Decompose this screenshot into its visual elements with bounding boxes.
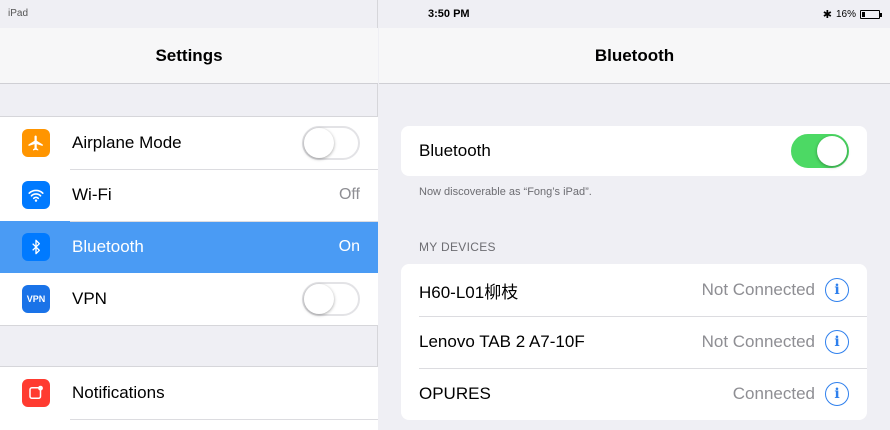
device-row[interactable]: H60-L01柳枝 Not Connected i (401, 264, 867, 316)
status-bar: iPad 3:50 PM ✱ 16% (0, 0, 890, 28)
status-right-group: ✱ 16% (822, 8, 882, 21)
toggle-knob (817, 136, 847, 166)
devices-list: H60-L01柳枝 Not Connected i Lenovo TAB 2 A… (401, 264, 867, 420)
bluetooth-toggle-card: Bluetooth (401, 126, 867, 176)
vpn-toggle[interactable] (302, 282, 360, 316)
sidebar-item-airplane-mode[interactable]: Airplane Mode (0, 117, 378, 169)
bluetooth-label: Bluetooth (419, 141, 491, 160)
device-row[interactable]: OPURES Connected i (401, 368, 867, 420)
settings-sidebar: Settings Airplane Mode Wi-Fi Off Bluetoo… (0, 0, 378, 430)
info-icon[interactable]: i (825, 278, 849, 302)
bluetooth-detail-pane: Bluetooth Bluetooth Now discoverable as … (379, 0, 890, 430)
bluetooth-toggle-row: Bluetooth (401, 126, 867, 176)
bluetooth-icon (22, 233, 50, 261)
device-status: Not Connected (701, 280, 815, 299)
page-title: Bluetooth (594, 46, 675, 65)
device-row[interactable]: Lenovo TAB 2 A7-10F Not Connected i (401, 316, 867, 368)
my-devices-header: MY DEVICES (419, 240, 496, 254)
device-name: H60-L01柳枝 (419, 282, 519, 302)
settings-header: Settings (0, 28, 378, 84)
sidebar-item-label: VPN (72, 289, 107, 308)
sidebar-item-notifications[interactable]: Notifications (0, 367, 378, 419)
battery-fill (862, 12, 865, 17)
vpn-icon-text: VPN (26, 294, 46, 304)
device-name-label: iPad (8, 8, 29, 19)
bluetooth-status-icon: ✱ (822, 9, 832, 21)
sidebar-item-partial[interactable] (0, 419, 378, 430)
device-status: Connected (732, 384, 815, 403)
sidebar-item-label: Notifications (72, 383, 165, 402)
airplane-icon (22, 129, 50, 157)
battery-percent: 16% (835, 9, 856, 20)
discoverable-text: Now discoverable as “Fong’s iPad”. (419, 186, 592, 198)
toggle-knob (304, 284, 334, 314)
sidebar-item-label: Bluetooth (72, 237, 144, 256)
settings-title: Settings (155, 46, 223, 65)
bluetooth-toggle[interactable] (791, 134, 849, 168)
toggle-knob (304, 128, 334, 158)
bluetooth-status-value: On (338, 238, 360, 255)
sidebar-item-label: Airplane Mode (72, 133, 182, 152)
wifi-icon (22, 181, 50, 209)
device-name: Lenovo TAB 2 A7-10F (419, 332, 585, 351)
wifi-status-value: Off (338, 186, 360, 203)
vpn-icon: VPN (22, 285, 50, 313)
device-name: OPURES (419, 384, 491, 403)
sidebar-item-wifi[interactable]: Wi-Fi Off (0, 169, 378, 221)
sidebar-item-label: Wi-Fi (72, 185, 112, 204)
info-icon[interactable]: i (825, 330, 849, 354)
status-time: 3:50 PM (428, 8, 470, 20)
device-status: Not Connected (701, 332, 815, 351)
bluetooth-header: Bluetooth (379, 28, 890, 84)
battery-icon (860, 10, 882, 19)
notifications-icon (22, 379, 50, 407)
sidebar-item-vpn[interactable]: VPN VPN (0, 273, 378, 325)
airplane-mode-toggle[interactable] (302, 126, 360, 160)
sidebar-item-bluetooth[interactable]: Bluetooth On (0, 221, 378, 273)
notifications-group: Notifications (0, 366, 378, 430)
connectivity-group: Airplane Mode Wi-Fi Off Bluetooth On VPN… (0, 116, 378, 326)
info-icon[interactable]: i (825, 382, 849, 406)
